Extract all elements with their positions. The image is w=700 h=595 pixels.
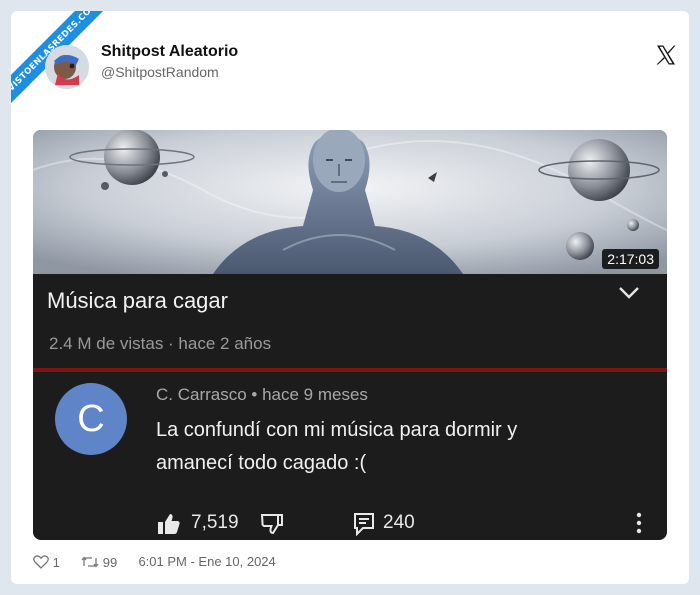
video-duration: 2:17:03 xyxy=(602,249,659,269)
avatar[interactable] xyxy=(45,45,89,89)
author-handle[interactable]: @ShitpostRandom xyxy=(101,64,219,80)
commenter-avatar[interactable]: C xyxy=(55,383,127,455)
comment-meta: C. Carrasco • hace 9 meses xyxy=(156,385,368,404)
comment-text: La confundí con mi música para dormir y … xyxy=(156,414,656,480)
comment-line-2: amanecí todo cagado :( xyxy=(156,452,367,474)
more-options-icon[interactable] xyxy=(635,512,643,534)
retweet-icon xyxy=(81,556,99,568)
video-title[interactable]: Música para cagar xyxy=(47,288,228,314)
divider xyxy=(33,368,667,372)
reply-icon[interactable] xyxy=(353,512,375,536)
video-meta: 2.4 M de vistas · hace 2 años xyxy=(49,334,272,353)
video-thumbnail[interactable] xyxy=(33,130,667,274)
comment-line-1: La confundí con mi música para dormir y xyxy=(156,419,518,441)
reply-count: 240 xyxy=(383,512,415,533)
thumbs-up-icon[interactable] xyxy=(157,513,181,535)
tweet-footer: 1 99 6:01 PM - Ene 10, 2024 xyxy=(33,553,276,570)
chevron-down-icon[interactable] xyxy=(618,286,640,300)
retweet-count: 99 xyxy=(102,554,118,570)
thumbs-down-icon[interactable] xyxy=(260,513,284,535)
screenshot-image: 2:17:03 Música para cagar 2.4 M de vista… xyxy=(33,130,667,540)
tweet-like-count: 1 xyxy=(52,554,60,570)
like-button[interactable]: 1 xyxy=(33,554,60,570)
tweet-timestamp[interactable]: 6:01 PM - Ene 10, 2024 xyxy=(138,554,275,569)
like-count: 7,519 xyxy=(191,512,239,533)
retweet-button[interactable]: 99 xyxy=(81,554,117,570)
x-logo-icon[interactable] xyxy=(654,43,678,67)
author-name[interactable]: Shitpost Aleatorio xyxy=(101,43,238,61)
heart-icon xyxy=(33,555,49,570)
